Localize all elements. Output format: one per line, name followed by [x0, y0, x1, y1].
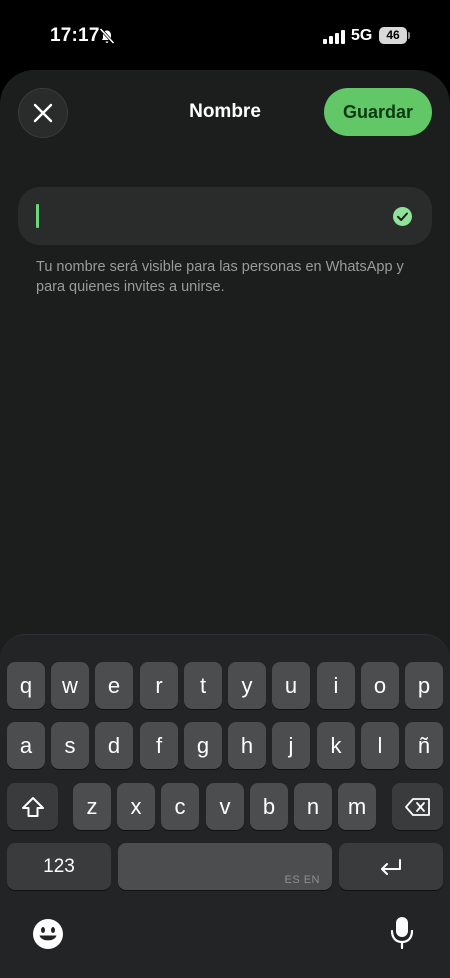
key-i[interactable]: i [317, 662, 355, 709]
emoji-icon[interactable] [32, 918, 64, 950]
key-h[interactable]: h [228, 722, 266, 769]
key-m[interactable]: m [338, 783, 376, 830]
key-s[interactable]: s [51, 722, 89, 769]
key-n-tilde[interactable]: ñ [405, 722, 443, 769]
bell-slash-icon [99, 27, 115, 45]
key-l[interactable]: l [361, 722, 399, 769]
key-a[interactable]: a [7, 722, 45, 769]
key-x[interactable]: x [117, 783, 155, 830]
key-e[interactable]: e [95, 662, 133, 709]
network-type: 5G [351, 27, 373, 44]
keyboard: q w e r t y u i o p a s d f g h j k l ñ … [0, 634, 450, 978]
space-bar[interactable]: ES EN [118, 843, 332, 890]
backspace-key[interactable] [392, 783, 443, 830]
save-button[interactable]: Guardar [324, 88, 432, 136]
key-g[interactable]: g [184, 722, 222, 769]
key-w[interactable]: w [51, 662, 89, 709]
key-v[interactable]: v [206, 783, 244, 830]
key-z[interactable]: z [73, 783, 111, 830]
return-icon [381, 858, 401, 875]
key-j[interactable]: j [272, 722, 310, 769]
key-t[interactable]: t [184, 662, 222, 709]
space-language-hint: ES EN [284, 874, 320, 886]
key-p[interactable]: p [405, 662, 443, 709]
battery-tip [408, 32, 410, 39]
numbers-key[interactable]: 123 [7, 843, 111, 890]
helper-text: Tu nombre será visible para las personas… [36, 259, 404, 295]
status-time: 17:17 [50, 25, 100, 46]
key-f[interactable]: f [140, 722, 178, 769]
key-y[interactable]: y [228, 662, 266, 709]
status-bar: 17:17 5G 46 [0, 0, 450, 70]
key-q[interactable]: q [7, 662, 45, 709]
screen: 17:17 5G 46 Nombre Guardar Tu nombre ser… [0, 0, 450, 978]
shift-key[interactable] [7, 783, 58, 830]
microphone-icon[interactable] [390, 916, 414, 950]
key-n[interactable]: n [294, 783, 332, 830]
key-d[interactable]: d [95, 722, 133, 769]
battery-icon: 46 [379, 27, 411, 44]
key-u[interactable]: u [272, 662, 310, 709]
checkmark-circle-icon [393, 207, 412, 226]
battery-level: 46 [379, 27, 407, 44]
cellular-signal-icon [323, 30, 345, 44]
key-b[interactable]: b [250, 783, 288, 830]
key-o[interactable]: o [361, 662, 399, 709]
key-c[interactable]: c [161, 783, 199, 830]
shift-icon [21, 796, 44, 817]
key-r[interactable]: r [140, 662, 178, 709]
return-key[interactable] [339, 843, 443, 890]
name-input[interactable] [18, 187, 432, 245]
key-k[interactable]: k [317, 722, 355, 769]
backspace-icon [404, 797, 430, 816]
text-caret [36, 204, 39, 228]
